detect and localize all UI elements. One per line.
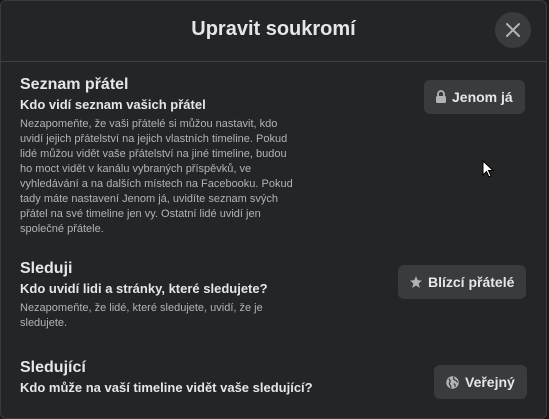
audience-button-following[interactable]: Blízcí přátelé	[398, 265, 527, 299]
globe-icon	[445, 375, 460, 390]
dialog-header: Upravit soukromí	[1, 1, 546, 62]
section-following: Sleduji Kdo uvidí lidi a stránky, které …	[20, 260, 297, 331]
section-friends-list: Seznam přátel Kdo vidí seznam vašich přá…	[20, 76, 297, 237]
audience-label: Blízcí přátelé	[428, 274, 515, 290]
section-description: Nezapomeňte, že lidé, které sledujete, u…	[20, 302, 263, 329]
audience-button-followers[interactable]: Veřejný	[434, 365, 527, 399]
close-button[interactable]	[495, 12, 531, 48]
section-subtitle: Kdo vidí seznam vašich přátel	[20, 97, 206, 112]
audience-label: Jenom já	[452, 89, 513, 105]
section-subtitle: Kdo uvidí lidi a stránky, které sledujet…	[20, 281, 268, 296]
section-description: Nezapomeňte, že vaši přátelé si můžou na…	[20, 118, 293, 235]
close-icon	[506, 23, 520, 37]
dialog-title: Upravit soukromí	[191, 18, 356, 40]
audience-label: Veřejný	[465, 374, 515, 390]
star-icon	[409, 275, 423, 289]
section-title: Sleduji	[20, 260, 73, 277]
audience-button-friends-list[interactable]: Jenom já	[424, 80, 525, 114]
lock-icon	[435, 90, 447, 104]
section-title: Sledující	[20, 359, 86, 376]
privacy-dialog: Upravit soukromí Seznam přátel Kdo vidí …	[0, 0, 547, 419]
section-followers: Sledující Kdo může na vaší timeline vidě…	[20, 359, 340, 395]
mouse-cursor-icon	[482, 159, 495, 183]
section-title: Seznam přátel	[20, 76, 129, 93]
section-subtitle: Kdo může na vaší timeline vidět vaše sle…	[20, 380, 313, 395]
